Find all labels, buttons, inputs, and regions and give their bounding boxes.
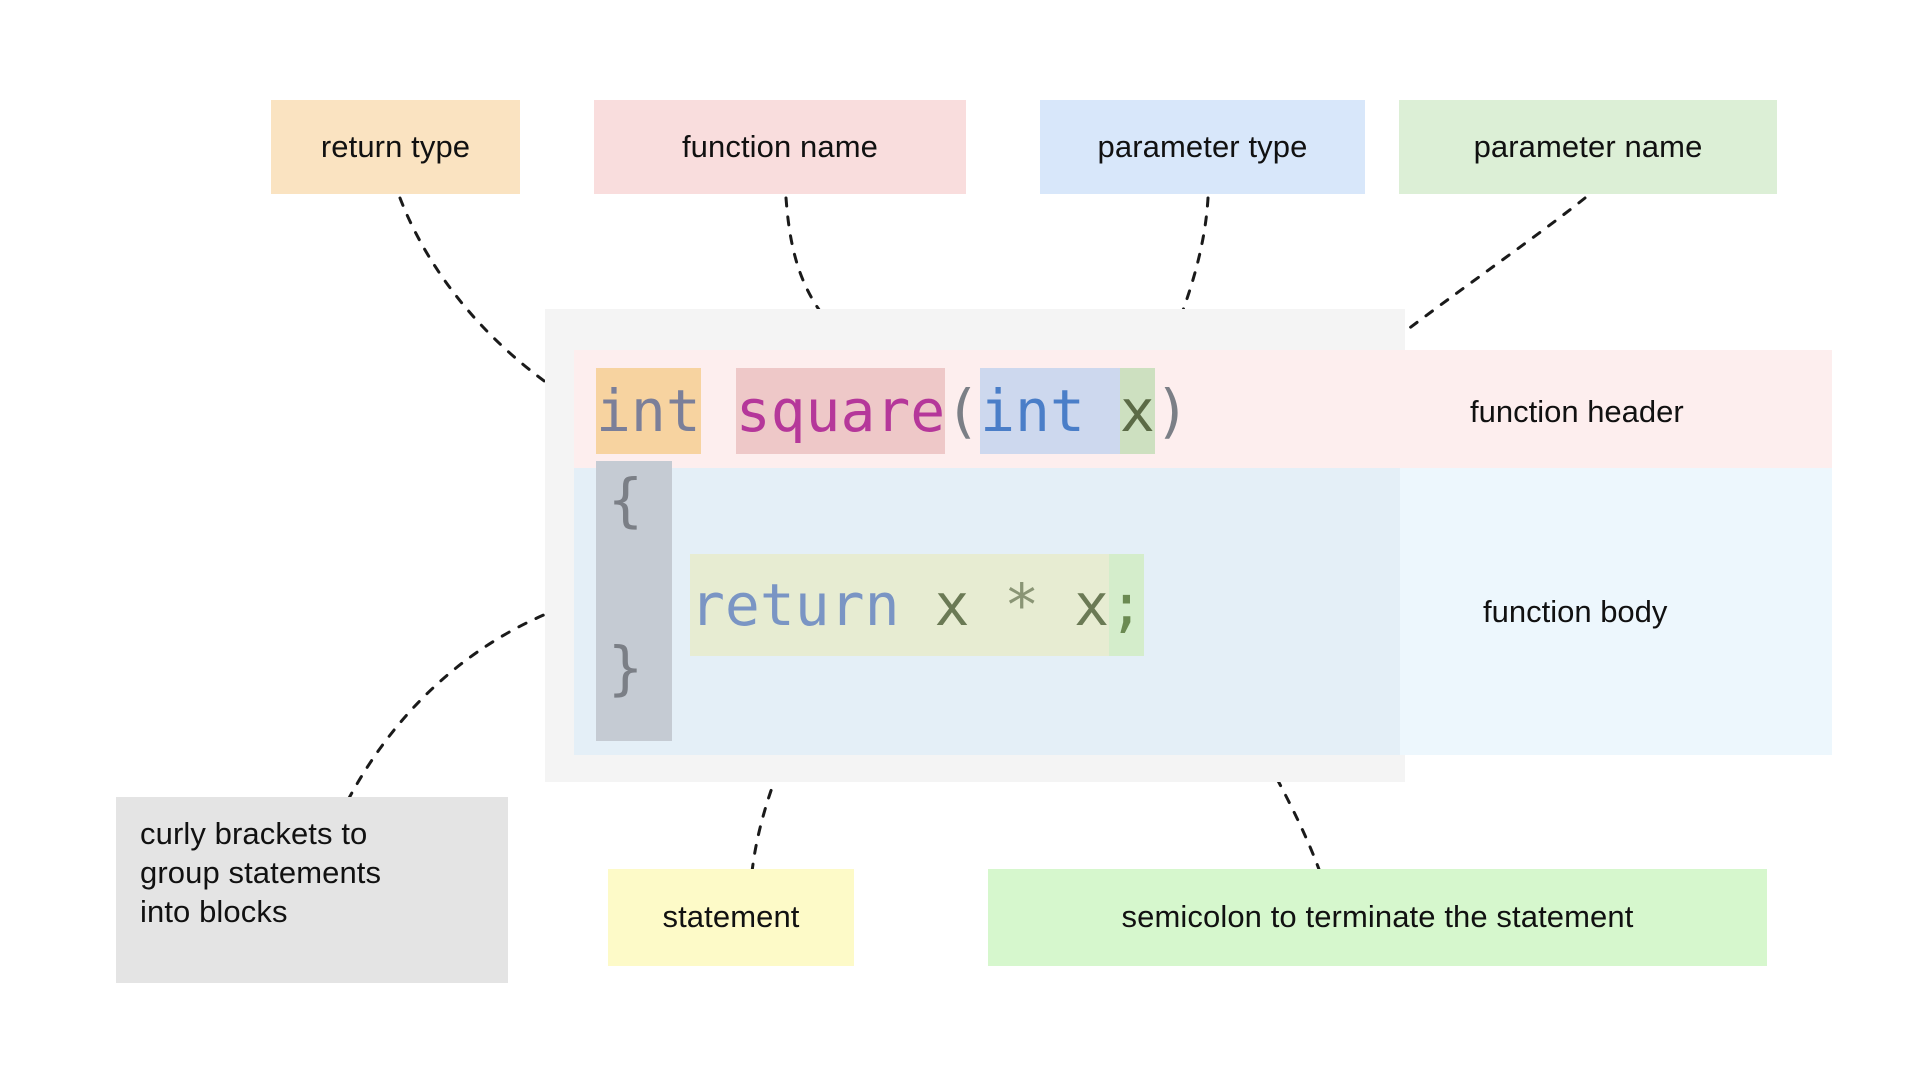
code-token-operand-right: x — [1074, 554, 1110, 656]
callout-return-type[interactable]: return type — [271, 100, 520, 194]
callout-statement[interactable]: statement — [608, 869, 854, 966]
code-token-return-type: int — [596, 367, 701, 454]
code-token-return-keyword: return — [690, 554, 900, 656]
code-token-semicolon: ; — [1109, 554, 1144, 656]
code-line-statement: return x * x ; — [690, 554, 1144, 656]
callout-semicolon-label: semicolon to terminate the statement — [1121, 899, 1634, 935]
function-body-caption: function body — [1483, 594, 1668, 629]
callout-return-type-label: return type — [320, 128, 471, 164]
callout-curly-brackets-line-3: into blocks — [140, 893, 288, 929]
code-token-space-2 — [1084, 367, 1120, 454]
callout-parameter-type[interactable]: parameter type — [1040, 100, 1365, 194]
code-token-open-paren: ( — [945, 376, 981, 445]
callout-curly-brackets-line-2: group statements — [140, 854, 382, 890]
code-token-space-1 — [701, 368, 736, 454]
callout-parameter-type-label: parameter type — [1097, 128, 1308, 164]
code-token-operand-left: x — [934, 554, 970, 656]
code-token-parameter-type: int — [980, 367, 1085, 454]
diagram-canvas: return type function name parameter type… — [0, 0, 1920, 1080]
callout-curly-brackets-line-1: curly brackets to — [140, 816, 368, 851]
code-token-parameter-name: x — [1119, 367, 1155, 454]
callout-statement-label: statement — [662, 899, 800, 935]
callout-function-name-label: function name — [681, 128, 879, 164]
function-header-caption: function header — [1470, 394, 1684, 429]
code-line-header: int square ( int x ) — [596, 359, 1190, 462]
code-token-close-paren: ) — [1154, 376, 1190, 445]
callout-parameter-name-label: parameter name — [1473, 128, 1703, 164]
callout-curly-brackets[interactable]: curly brackets to group statements into … — [116, 797, 508, 983]
code-token-space-3 — [899, 554, 935, 656]
code-token-close-brace: } — [608, 634, 643, 702]
code-token-space-5 — [1039, 554, 1075, 656]
code-token-space-4 — [969, 554, 1005, 656]
code-token-multiply-operator: * — [1004, 554, 1040, 656]
code-token-function-name: square — [735, 367, 946, 454]
callout-parameter-name[interactable]: parameter name — [1399, 100, 1777, 194]
code-token-open-brace: { — [608, 466, 643, 534]
callout-semicolon[interactable]: semicolon to terminate the statement — [988, 869, 1767, 966]
callout-function-name[interactable]: function name — [594, 100, 966, 194]
